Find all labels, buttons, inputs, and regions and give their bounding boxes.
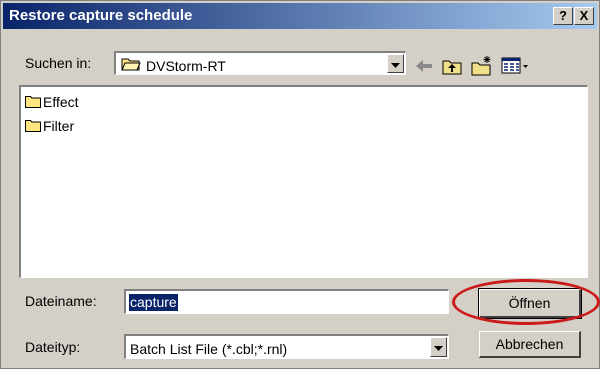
list-item-label: Effect [43, 94, 79, 110]
file-name-input[interactable]: capture [124, 289, 449, 314]
cancel-button[interactable]: Abbrechen [479, 331, 581, 358]
look-in-dropdown-button[interactable] [387, 54, 404, 73]
list-item-label: Filter [43, 118, 75, 134]
look-in-dropdown[interactable]: DVStorm-RT [114, 51, 406, 75]
file-name-value: capture [129, 294, 178, 311]
look-in-label: Suchen in: [25, 55, 92, 71]
file-type-value: Batch List File (*.cbl;*.rnl) [130, 341, 288, 357]
view-menu-icon[interactable] [501, 55, 529, 77]
help-button[interactable]: ? [553, 7, 573, 25]
chevron-down-icon [434, 346, 443, 351]
restore-dialog: Restore capture schedule ? X Suchen in: … [0, 0, 600, 369]
file-type-label: Dateityp: [25, 339, 81, 355]
folder-open-icon [121, 58, 141, 71]
file-list[interactable]: Effect Filter [19, 85, 588, 278]
highlight-ring [452, 279, 600, 325]
folder-icon [25, 96, 41, 108]
chevron-down-icon [391, 63, 400, 68]
back-arrow-icon[interactable] [413, 55, 435, 77]
folder-icon [25, 120, 41, 132]
up-folder-icon[interactable] [441, 55, 463, 77]
close-button[interactable]: X [574, 7, 594, 25]
look-in-value: DVStorm-RT [146, 58, 226, 74]
file-type-dropdown-button[interactable] [430, 337, 447, 357]
window-title: Restore capture schedule [9, 7, 193, 24]
file-type-dropdown[interactable]: Batch List File (*.cbl;*.rnl) [124, 334, 449, 359]
file-name-label: Dateiname: [25, 293, 97, 309]
new-folder-icon[interactable] [471, 55, 493, 77]
title-bar[interactable]: Restore capture schedule ? X [3, 3, 597, 29]
